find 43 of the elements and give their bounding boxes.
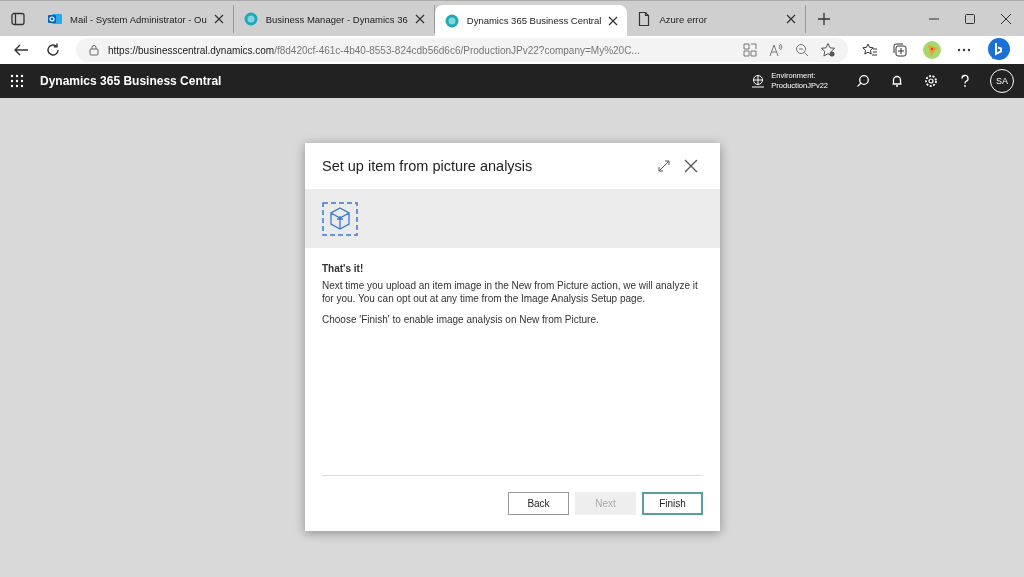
browser-tab[interactable]: Mail - System Administrator - Ou bbox=[38, 5, 234, 33]
expand-icon[interactable] bbox=[658, 160, 670, 172]
paragraph: Next time you upload an item image in the New from Picture action, we will analyze it for you. You can opt out at any time from the Image Analysis Setup page. bbox=[322, 279, 699, 305]
user-avatar[interactable]: SA bbox=[990, 69, 1014, 93]
address-field[interactable]: https://businesscentral.dynamics.com/f8d420cf-461c-4b40-8553-824cdb56d6c6/ProductionJPv22?company=My%20C... bbox=[76, 38, 848, 62]
wizard-button[interactable]: Finish bbox=[642, 492, 703, 515]
step-heading: That's it! bbox=[322, 263, 365, 274]
close-icon[interactable] bbox=[684, 159, 698, 173]
close-icon[interactable] bbox=[213, 14, 224, 24]
collections-icon[interactable] bbox=[892, 42, 908, 58]
url-text: https://businesscentral.dynamics.com/f8d420cf-461c-4b40-8553-824cdb56d6c6/ProductionJPv22?company=My%20C... bbox=[108, 44, 641, 56]
browser-tab[interactable]: Dynamics 365 Business Central bbox=[434, 5, 628, 36]
zoom-out-icon[interactable] bbox=[794, 42, 810, 58]
app-title: Dynamics 365 Business Central bbox=[40, 74, 222, 88]
bell-icon[interactable] bbox=[890, 74, 904, 88]
dialog-title: Set up item from picture analysis bbox=[322, 158, 533, 174]
tab-title: Business Manager - Dynamics 36 bbox=[265, 13, 408, 25]
browser-tab[interactable]: Azure error bbox=[627, 5, 807, 33]
apps-icon[interactable] bbox=[742, 42, 758, 58]
environment-icon bbox=[751, 74, 766, 88]
browser-tab[interactable]: Business Manager - Dynamics 36 bbox=[233, 5, 435, 33]
refresh-icon[interactable] bbox=[44, 41, 62, 59]
tab-title: Azure error bbox=[659, 13, 708, 25]
search-icon[interactable] bbox=[856, 74, 870, 88]
new-tab-icon[interactable] bbox=[816, 10, 833, 27]
favorites-icon[interactable] bbox=[862, 42, 878, 58]
settings-icon[interactable] bbox=[924, 74, 938, 88]
close-icon[interactable] bbox=[608, 15, 619, 26]
cube-icon bbox=[322, 201, 358, 236]
lock-icon bbox=[88, 44, 100, 56]
close-icon[interactable] bbox=[786, 14, 797, 24]
app-launcher-icon[interactable] bbox=[10, 74, 24, 88]
help-icon[interactable] bbox=[958, 74, 972, 88]
chat-icon[interactable] bbox=[986, 37, 1012, 63]
tab-title: Mail - System Administrator - Ou bbox=[70, 13, 207, 25]
paragraph: Choose 'Finish' to enable image analysis on New from Picture. bbox=[322, 313, 600, 326]
close-icon[interactable] bbox=[414, 14, 425, 24]
favorite-icon[interactable] bbox=[820, 42, 836, 58]
tab-title: Dynamics 365 Business Central bbox=[466, 15, 602, 26]
wizard-button[interactable]: Back bbox=[508, 492, 569, 515]
mail-icon bbox=[47, 11, 63, 27]
read-aloud-icon[interactable] bbox=[768, 42, 784, 58]
tab-actions-icon[interactable] bbox=[10, 10, 26, 27]
